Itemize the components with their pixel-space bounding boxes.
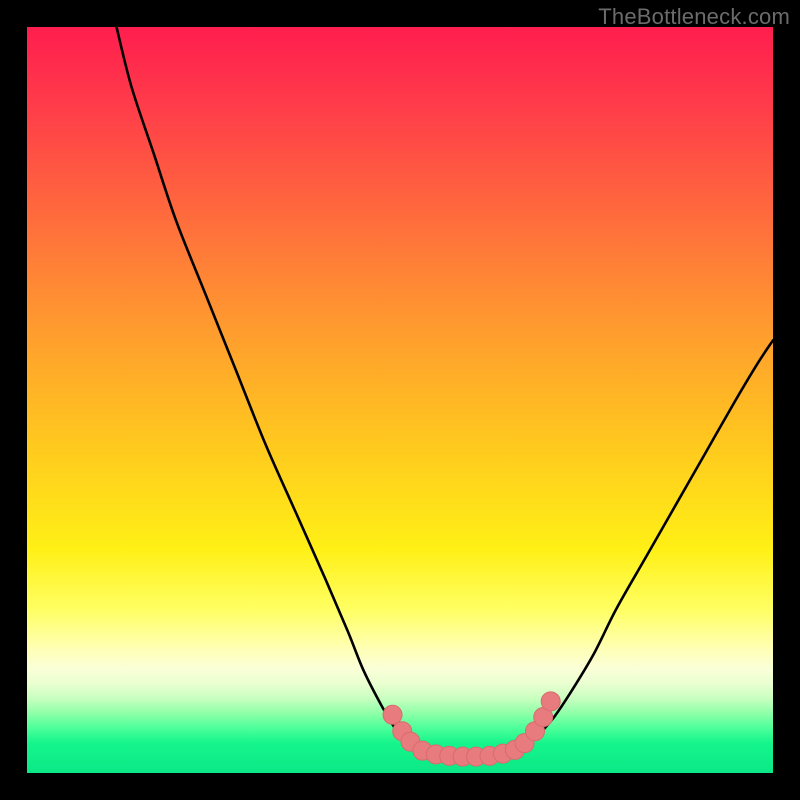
plot-area xyxy=(27,27,773,773)
bottleneck-curve xyxy=(27,27,773,773)
attribution-label: TheBottleneck.com xyxy=(598,4,790,30)
curve-marker xyxy=(541,692,560,711)
curve-right-branch xyxy=(519,340,773,750)
curve-left-branch xyxy=(117,27,415,751)
chart-frame: TheBottleneck.com xyxy=(0,0,800,800)
curve-markers xyxy=(383,692,560,766)
curve-marker xyxy=(383,705,402,724)
